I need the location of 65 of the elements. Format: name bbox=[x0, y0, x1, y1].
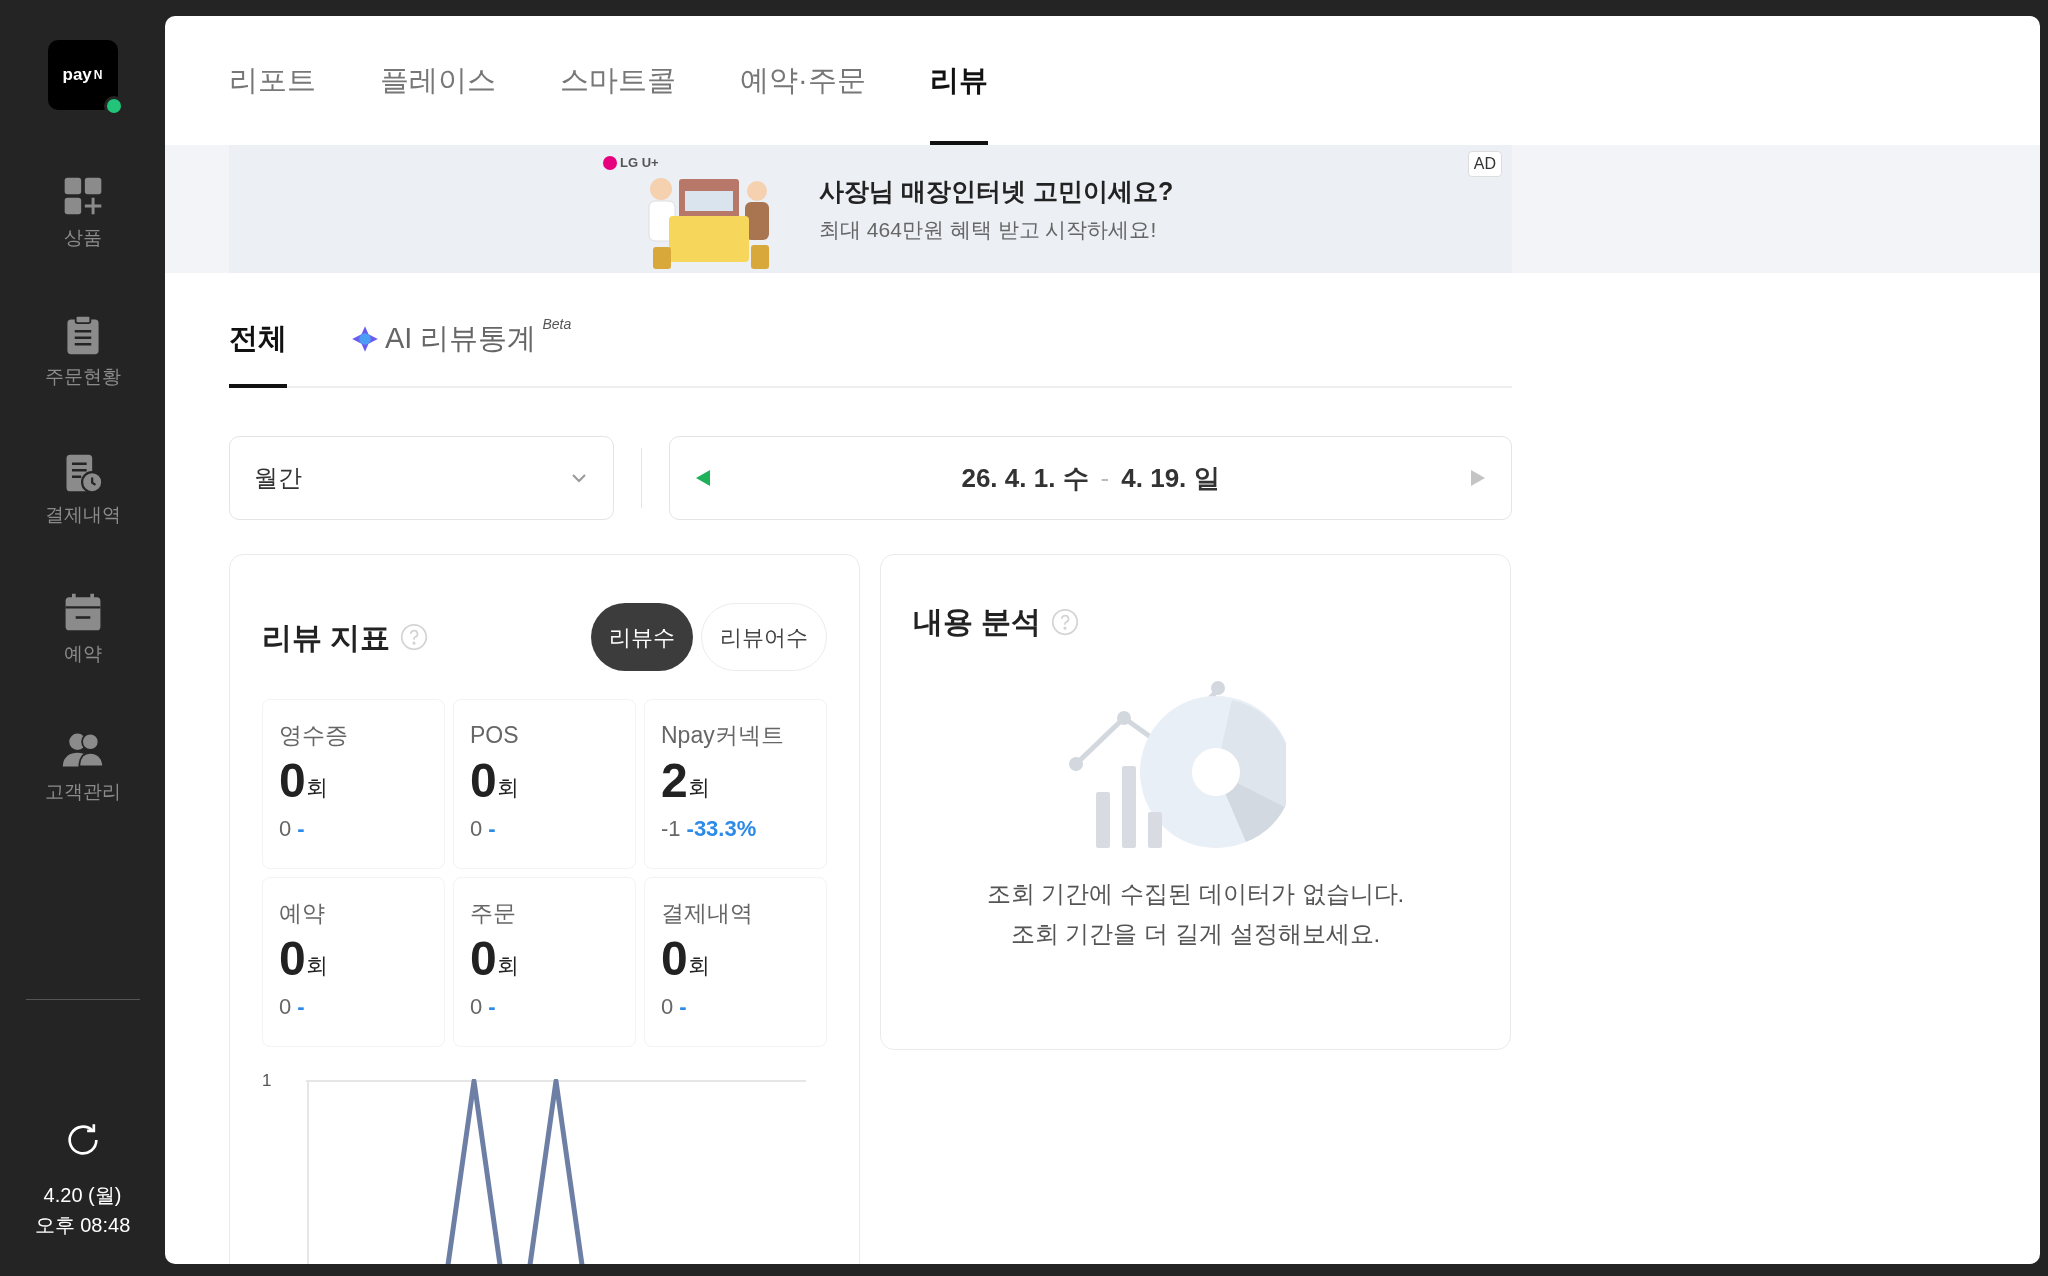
metric-unit: 회 bbox=[687, 952, 710, 980]
sub-tab[interactable]: AI 리뷰통계 Beta bbox=[351, 273, 572, 388]
sidebar-item[interactable]: 주문현황 bbox=[22, 312, 143, 391]
sparkle-icon bbox=[351, 324, 379, 353]
next-arrow-icon[interactable] bbox=[1469, 468, 1487, 488]
empty-message: 조회 기간에 수집된 데이터가 없습니다. bbox=[986, 879, 1405, 909]
brand-logo: LG U+ bbox=[603, 153, 659, 173]
empty-message: 조회 기간을 더 길게 설정해보세요. bbox=[1010, 919, 1381, 949]
sidebar-item[interactable]: 고객관리 bbox=[22, 728, 143, 807]
period-select[interactable]: 월간 bbox=[229, 436, 614, 520]
metric-unit: 회 bbox=[496, 774, 519, 802]
sidebar-item[interactable]: 상품 bbox=[22, 174, 143, 253]
metric-rate: -33.3% bbox=[686, 815, 757, 843]
toggle-button[interactable]: 리뷰수 bbox=[591, 603, 693, 671]
range-separator: - bbox=[1100, 461, 1110, 495]
help-icon[interactable] bbox=[400, 623, 429, 651]
metric-unit: 회 bbox=[305, 774, 328, 802]
current-time: 오후 08:48 bbox=[34, 1213, 131, 1238]
sidebar-item[interactable]: 예약 bbox=[22, 589, 143, 668]
ad-banner[interactable]: LG U+ 사장님 매장인터넷 고민이세요? 최대 464만원 혜택 받고 시작하세요! AD bbox=[229, 145, 1512, 273]
metric-value: 0 bbox=[279, 754, 306, 808]
help-icon[interactable] bbox=[1051, 607, 1080, 636]
range-start: 26. 4. 1. 수 bbox=[961, 461, 1089, 495]
metric-label: 결제내역 bbox=[661, 899, 754, 928]
toggle-button[interactable]: 리뷰어수 bbox=[701, 603, 827, 671]
metric-rate: - bbox=[488, 993, 496, 1021]
axis-tick-label: 1 bbox=[262, 1071, 273, 1091]
metric-unit: 회 bbox=[496, 952, 519, 980]
metric-value: 0 bbox=[470, 932, 497, 986]
nav-tab[interactable]: 예약·주문 bbox=[740, 16, 866, 145]
metric-change: 0 bbox=[279, 993, 292, 1021]
metric-value: 0 bbox=[661, 932, 688, 986]
metric-change: 0 bbox=[279, 815, 292, 843]
metric-rate: - bbox=[297, 993, 305, 1021]
metric-unit: 회 bbox=[305, 952, 328, 980]
nav-tab[interactable]: 스마트콜 bbox=[560, 16, 676, 145]
metric-rate: - bbox=[297, 815, 305, 843]
range-end: 4. 19. 일 bbox=[1121, 461, 1220, 495]
metric-value: 0 bbox=[279, 932, 306, 986]
metric-unit: 회 bbox=[687, 774, 710, 802]
metric-label: POS bbox=[470, 721, 520, 750]
metric-label: 영수증 bbox=[279, 721, 349, 750]
current-date: 4.20 (월) bbox=[43, 1183, 122, 1208]
app-logo[interactable]: payN bbox=[47, 40, 118, 110]
ad-headline: 사장님 매장인터넷 고민이세요? bbox=[819, 175, 1174, 207]
sub-tab[interactable]: 전체 bbox=[229, 273, 287, 388]
card-title: 내용 분석 bbox=[913, 604, 1042, 640]
metric-label: 예약 bbox=[279, 899, 326, 928]
sidebar-item[interactable]: 결제내역 bbox=[22, 451, 143, 530]
ad-subline: 최대 464만원 혜택 받고 시작하세요! bbox=[819, 217, 1158, 243]
metric-label: Npay커넥트 bbox=[661, 721, 785, 750]
metric-value: 2 bbox=[661, 754, 688, 808]
ad-badge: AD bbox=[1467, 151, 1502, 177]
metric-change: 0 bbox=[470, 815, 483, 843]
metric-change: 0 bbox=[470, 993, 483, 1021]
metric-label: 주문 bbox=[470, 899, 517, 928]
previous-arrow-icon[interactable] bbox=[694, 468, 712, 488]
metric-value: 0 bbox=[470, 754, 497, 808]
nav-tab[interactable]: 리포트 bbox=[229, 16, 316, 145]
card-title: 리뷰 지표 bbox=[262, 619, 391, 656]
nav-tab[interactable]: 플레이스 bbox=[380, 16, 496, 145]
metric-rate: - bbox=[679, 993, 687, 1021]
metric-rate: - bbox=[488, 815, 496, 843]
metric-change: -1 bbox=[661, 815, 681, 843]
metric-change: 0 bbox=[661, 993, 674, 1021]
